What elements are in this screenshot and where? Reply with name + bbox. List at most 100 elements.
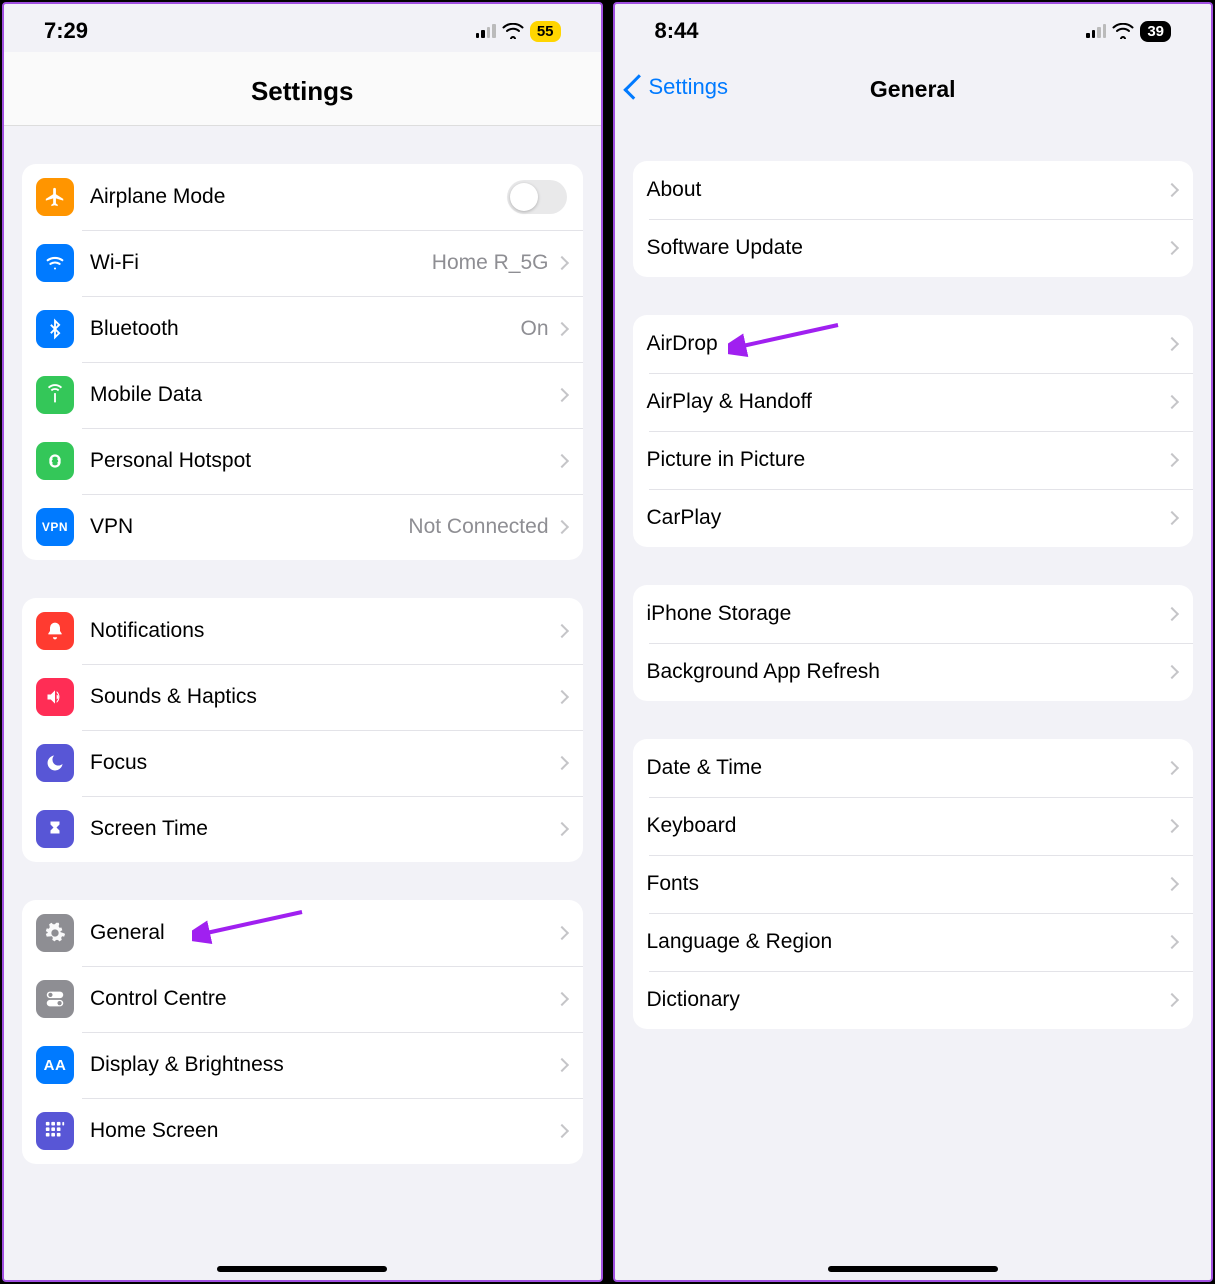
chevron-right-icon [554,322,568,336]
row-label: Software Update [647,236,1168,260]
status-time: 7:29 [44,18,88,44]
settings-row-mobile-data[interactable]: Mobile Data [22,362,583,428]
row-label: Wi-Fi [90,251,432,275]
row-label: Bluetooth [90,317,520,341]
row-label: VPN [90,515,408,539]
status-time: 8:44 [655,18,699,44]
general-screen: 8:44 39 Settings General About Software U… [613,2,1214,1282]
page-title: General [870,76,956,102]
antenna-icon [36,376,74,414]
general-row-iphone-storage[interactable]: iPhone Storage [633,585,1194,643]
chevron-right-icon [1165,395,1179,409]
chevron-right-icon [1165,877,1179,891]
chevron-right-icon [554,756,568,770]
back-label: Settings [649,74,729,100]
navbar: Settings [4,52,601,126]
chevron-right-icon [1165,453,1179,467]
general-row-fonts[interactable]: Fonts [633,855,1194,913]
text-size-icon: AA [36,1046,74,1084]
chevron-right-icon [1165,993,1179,1007]
hourglass-icon [36,810,74,848]
battery-badge: 39 [1140,21,1171,42]
settings-row-notifications[interactable]: Notifications [22,598,583,664]
bluetooth-icon [36,310,74,348]
general-row-about[interactable]: About [633,161,1194,219]
row-label: Dictionary [647,988,1168,1012]
settings-row-screen-time[interactable]: Screen Time [22,796,583,862]
row-label: Fonts [647,872,1168,896]
general-row-language-region[interactable]: Language & Region [633,913,1194,971]
settings-row-vpn[interactable]: VPNVPNNot Connected [22,494,583,560]
row-value: Not Connected [408,515,548,539]
row-label: Sounds & Haptics [90,685,557,709]
chevron-right-icon [1165,761,1179,775]
navbar: Settings General [615,52,1212,121]
general-row-carplay[interactable]: CarPlay [633,489,1194,547]
row-value: Home R_5G [432,251,549,275]
row-label: General [90,921,557,945]
chevron-right-icon [554,624,568,638]
row-label: iPhone Storage [647,602,1168,626]
row-label: AirDrop [647,332,1168,356]
settings-row-sounds-haptics[interactable]: Sounds & Haptics [22,664,583,730]
general-group: Date & Time Keyboard Fonts Language & Regio… [633,739,1194,1029]
chevron-right-icon [1165,337,1179,351]
settings-row-home-screen[interactable]: Home Screen [22,1098,583,1164]
settings-row-focus[interactable]: Focus [22,730,583,796]
page-title: Settings [251,76,354,106]
vpn-icon: VPN [36,508,74,546]
general-row-date-time[interactable]: Date & Time [633,739,1194,797]
general-group: iPhone Storage Background App Refresh [633,585,1194,701]
settings-row-general[interactable]: General [22,900,583,966]
row-label: Airplane Mode [90,185,507,209]
airplane-icon [36,178,74,216]
switches-icon [36,980,74,1018]
chevron-right-icon [554,690,568,704]
general-row-software-update[interactable]: Software Update [633,219,1194,277]
general-row-background-app-refresh[interactable]: Background App Refresh [633,643,1194,701]
wifi-status-icon [502,23,524,39]
settings-row-bluetooth[interactable]: BluetoothOn [22,296,583,362]
grid-icon [36,1112,74,1150]
row-label: Notifications [90,619,557,643]
row-label: Display & Brightness [90,1053,557,1077]
chevron-right-icon [554,992,568,1006]
row-label: Personal Hotspot [90,449,557,473]
home-indicator[interactable] [217,1266,387,1272]
settings-row-display-brightness[interactable]: AA Display & Brightness [22,1032,583,1098]
settings-list[interactable]: Airplane ModeWi-FiHome R_5GBluetoothOnMo… [4,126,601,1280]
status-bar: 7:29 55 [4,4,601,52]
chevron-left-icon [623,74,648,99]
chevron-right-icon [554,926,568,940]
settings-screen: 7:29 55 Settings Airplane ModeWi-FiHome … [2,2,603,1282]
toggle-switch[interactable] [507,180,567,214]
row-label: Mobile Data [90,383,557,407]
chevron-right-icon [1165,241,1179,255]
settings-row-airplane-mode[interactable]: Airplane Mode [22,164,583,230]
row-label: Language & Region [647,930,1168,954]
wifi-icon [36,244,74,282]
settings-group: Notifications Sounds & Haptics Focus Screen… [22,598,583,862]
chevron-right-icon [554,388,568,402]
settings-row-control-centre[interactable]: Control Centre [22,966,583,1032]
general-row-dictionary[interactable]: Dictionary [633,971,1194,1029]
home-indicator[interactable] [828,1266,998,1272]
chevron-right-icon [1165,935,1179,949]
general-row-keyboard[interactable]: Keyboard [633,797,1194,855]
bell-icon [36,612,74,650]
status-bar: 8:44 39 [615,4,1212,52]
chevron-right-icon [554,1058,568,1072]
settings-row-wi-fi[interactable]: Wi-FiHome R_5G [22,230,583,296]
general-row-airdrop[interactable]: AirDrop [633,315,1194,373]
general-row-picture-in-picture[interactable]: Picture in Picture [633,431,1194,489]
cellular-icon [1086,24,1106,38]
back-button[interactable]: Settings [629,74,729,100]
chevron-right-icon [554,454,568,468]
general-list[interactable]: About Software Update AirDrop AirPlay & Han… [615,121,1212,1280]
speaker-icon [36,678,74,716]
general-row-airplay-handoff[interactable]: AirPlay & Handoff [633,373,1194,431]
row-label: Focus [90,751,557,775]
settings-row-personal-hotspot[interactable]: Personal Hotspot [22,428,583,494]
chevron-right-icon [1165,511,1179,525]
row-label: Date & Time [647,756,1168,780]
